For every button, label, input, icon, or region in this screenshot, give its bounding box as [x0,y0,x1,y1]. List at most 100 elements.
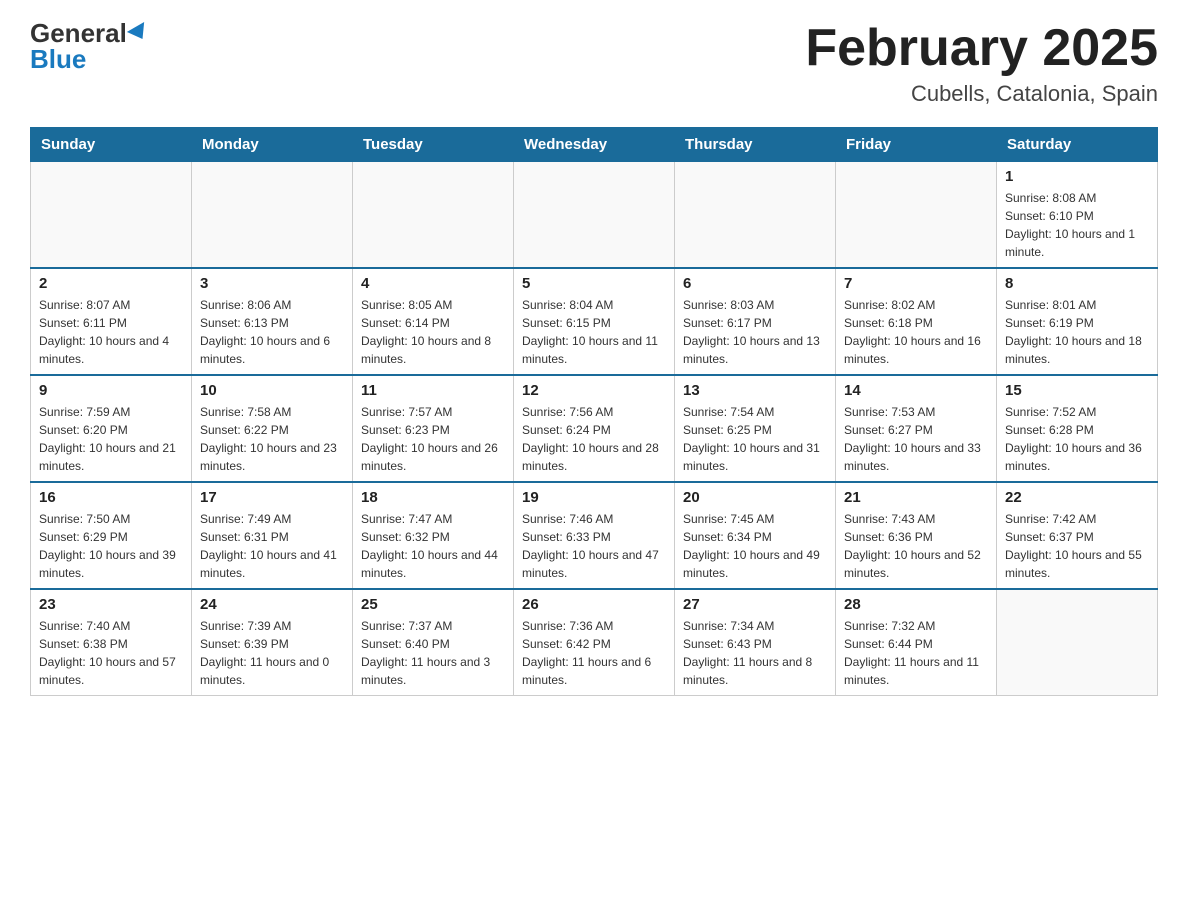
day-number: 27 [683,596,827,613]
calendar-day-cell [675,162,836,269]
calendar-day-cell: 18 Sunrise: 7:47 AMSunset: 6:32 PMDayligh… [353,482,514,589]
day-info: Sunrise: 8:01 AMSunset: 6:19 PMDaylight:… [1005,296,1149,368]
day-info: Sunrise: 7:37 AMSunset: 6:40 PMDaylight:… [361,617,505,689]
calendar-day-cell: 26Sunrise: 7:36 AMSunset: 6:42 PMDayligh… [514,589,675,696]
day-number: 16 [39,489,183,506]
day-number: 8 [1005,275,1149,292]
day-info: Sunrise: 8:05 AMSunset: 6:14 PMDaylight:… [361,296,505,368]
day-number: 20 [683,489,827,506]
day-info: Sunrise: 7:40 AMSunset: 6:38 PMDaylight:… [39,617,183,689]
day-info: Sunrise: 8:03 AMSunset: 6:17 PMDaylight:… [683,296,827,368]
day-number: 14 [844,382,988,399]
weekday-header-friday: Friday [836,128,997,162]
weekday-header-sunday: Sunday [31,128,192,162]
calendar-day-cell: 13 Sunrise: 7:54 AMSunset: 6:25 PMDayligh… [675,375,836,482]
logo-general-text: General [30,20,127,46]
day-number: 13 [683,382,827,399]
day-number: 18 [361,489,505,506]
day-info: Sunrise: 7:53 AMSunset: 6:27 PMDaylight:… [844,403,988,475]
calendar-day-cell [353,162,514,269]
day-info: Sunrise: 7:57 AMSunset: 6:23 PMDaylight:… [361,403,505,475]
calendar-day-cell: 8 Sunrise: 8:01 AMSunset: 6:19 PMDaylight… [997,268,1158,375]
day-info: Sunrise: 7:36 AMSunset: 6:42 PMDaylight:… [522,617,666,689]
day-info: Sunrise: 7:49 AMSunset: 6:31 PMDaylight:… [200,510,344,582]
day-number: 15 [1005,382,1149,399]
calendar-week-row: 2 Sunrise: 8:07 AMSunset: 6:11 PMDaylight… [31,268,1158,375]
day-info: Sunrise: 7:46 AMSunset: 6:33 PMDaylight:… [522,510,666,582]
day-info: Sunrise: 7:43 AMSunset: 6:36 PMDaylight:… [844,510,988,582]
calendar-day-cell [514,162,675,269]
logo-triangle-icon [127,22,151,44]
day-info: Sunrise: 7:54 AMSunset: 6:25 PMDaylight:… [683,403,827,475]
day-info: Sunrise: 7:34 AMSunset: 6:43 PMDaylight:… [683,617,827,689]
calendar-day-cell: 20 Sunrise: 7:45 AMSunset: 6:34 PMDayligh… [675,482,836,589]
day-number: 28 [844,596,988,613]
day-info: Sunrise: 7:52 AMSunset: 6:28 PMDaylight:… [1005,403,1149,475]
calendar-day-cell: 2 Sunrise: 8:07 AMSunset: 6:11 PMDaylight… [31,268,192,375]
calendar-day-cell: 14 Sunrise: 7:53 AMSunset: 6:27 PMDayligh… [836,375,997,482]
calendar-day-cell: 6 Sunrise: 8:03 AMSunset: 6:17 PMDaylight… [675,268,836,375]
day-info: Sunrise: 8:08 AMSunset: 6:10 PMDaylight:… [1005,189,1149,261]
page-header: General Blue February 2025 Cubells, Cata… [30,20,1158,107]
calendar-day-cell: 17Sunrise: 7:49 AMSunset: 6:31 PMDayligh… [192,482,353,589]
calendar-day-cell: 25 Sunrise: 7:37 AMSunset: 6:40 PMDayligh… [353,589,514,696]
calendar-table: SundayMondayTuesdayWednesdayThursdayFrid… [30,127,1158,696]
calendar-week-row: 16Sunrise: 7:50 AMSunset: 6:29 PMDayligh… [31,482,1158,589]
day-number: 2 [39,275,183,292]
calendar-day-cell: 12 Sunrise: 7:56 AMSunset: 6:24 PMDayligh… [514,375,675,482]
calendar-header-row: SundayMondayTuesdayWednesdayThursdayFrid… [31,128,1158,162]
calendar-day-cell: 22Sunrise: 7:42 AMSunset: 6:37 PMDayligh… [997,482,1158,589]
calendar-week-row: 1 Sunrise: 8:08 AMSunset: 6:10 PMDaylight… [31,162,1158,269]
day-number: 11 [361,382,505,399]
day-number: 9 [39,382,183,399]
calendar-day-cell: 27 Sunrise: 7:34 AMSunset: 6:43 PMDayligh… [675,589,836,696]
calendar-day-cell: 7 Sunrise: 8:02 AMSunset: 6:18 PMDaylight… [836,268,997,375]
calendar-day-cell: 19 Sunrise: 7:46 AMSunset: 6:33 PMDayligh… [514,482,675,589]
calendar-day-cell: 1 Sunrise: 8:08 AMSunset: 6:10 PMDaylight… [997,162,1158,269]
day-info: Sunrise: 7:32 AMSunset: 6:44 PMDaylight:… [844,617,988,689]
calendar-day-cell: 5 Sunrise: 8:04 AMSunset: 6:15 PMDaylight… [514,268,675,375]
calendar-day-cell: 23 Sunrise: 7:40 AMSunset: 6:38 PMDayligh… [31,589,192,696]
day-number: 23 [39,596,183,613]
calendar-day-cell: 28 Sunrise: 7:32 AMSunset: 6:44 PMDayligh… [836,589,997,696]
day-info: Sunrise: 7:56 AMSunset: 6:24 PMDaylight:… [522,403,666,475]
day-info: Sunrise: 8:04 AMSunset: 6:15 PMDaylight:… [522,296,666,368]
weekday-header-wednesday: Wednesday [514,128,675,162]
calendar-day-cell: 10Sunrise: 7:58 AMSunset: 6:22 PMDayligh… [192,375,353,482]
day-number: 12 [522,382,666,399]
day-number: 7 [844,275,988,292]
calendar-day-cell: 4 Sunrise: 8:05 AMSunset: 6:14 PMDaylight… [353,268,514,375]
day-number: 1 [1005,168,1149,185]
weekday-header-thursday: Thursday [675,128,836,162]
day-info: Sunrise: 7:59 AMSunset: 6:20 PMDaylight:… [39,403,183,475]
calendar-day-cell [192,162,353,269]
calendar-day-cell: 24Sunrise: 7:39 AMSunset: 6:39 PMDayligh… [192,589,353,696]
calendar-week-row: 23 Sunrise: 7:40 AMSunset: 6:38 PMDayligh… [31,589,1158,696]
calendar-day-cell: 21Sunrise: 7:43 AMSunset: 6:36 PMDayligh… [836,482,997,589]
weekday-header-saturday: Saturday [997,128,1158,162]
day-info: Sunrise: 7:47 AMSunset: 6:32 PMDaylight:… [361,510,505,582]
logo: General Blue [30,20,149,72]
calendar-day-cell [31,162,192,269]
month-title: February 2025 [805,20,1158,77]
day-info: Sunrise: 7:45 AMSunset: 6:34 PMDaylight:… [683,510,827,582]
day-number: 4 [361,275,505,292]
calendar-week-row: 9 Sunrise: 7:59 AMSunset: 6:20 PMDaylight… [31,375,1158,482]
day-number: 19 [522,489,666,506]
day-info: Sunrise: 8:06 AMSunset: 6:13 PMDaylight:… [200,296,344,368]
day-info: Sunrise: 8:07 AMSunset: 6:11 PMDaylight:… [39,296,183,368]
day-number: 3 [200,275,344,292]
day-number: 10 [200,382,344,399]
logo-blue-text: Blue [30,46,86,72]
day-number: 5 [522,275,666,292]
day-number: 6 [683,275,827,292]
calendar-day-cell: 3 Sunrise: 8:06 AMSunset: 6:13 PMDaylight… [192,268,353,375]
day-info: Sunrise: 7:42 AMSunset: 6:37 PMDaylight:… [1005,510,1149,582]
calendar-day-cell: 11 Sunrise: 7:57 AMSunset: 6:23 PMDayligh… [353,375,514,482]
calendar-day-cell [836,162,997,269]
calendar-day-cell: 15 Sunrise: 7:52 AMSunset: 6:28 PMDayligh… [997,375,1158,482]
day-number: 25 [361,596,505,613]
calendar-day-cell: 9 Sunrise: 7:59 AMSunset: 6:20 PMDaylight… [31,375,192,482]
calendar-day-cell [997,589,1158,696]
day-info: Sunrise: 8:02 AMSunset: 6:18 PMDaylight:… [844,296,988,368]
